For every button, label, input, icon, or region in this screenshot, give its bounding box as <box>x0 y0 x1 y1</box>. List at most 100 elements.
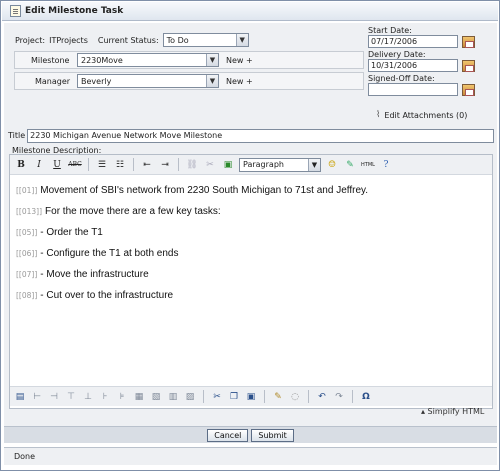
calendar-icon[interactable] <box>462 83 475 96</box>
submit-button[interactable]: Submit <box>251 428 294 442</box>
insert-col-after-icon[interactable]: ⊦ <box>99 391 111 403</box>
editor-toolbar-bottom: ▤ ⊢ ⊣ ⊤ ⊥ ⊦ ⊧ ▦ ▧ ▥ ▨ ✂ ❐ ▣ ✎ ◌ ↶ ↷ Ω <box>10 386 492 406</box>
manager-value: Beverly <box>81 76 112 86</box>
line-text: - Order the T1 <box>40 227 103 238</box>
list-item: [[05]] - Order the T1 <box>16 227 486 248</box>
title-row: Title 2230 Michigan Avenue Network Move … <box>8 128 494 143</box>
line-tag: [[013]] <box>16 207 43 216</box>
attachments-link[interactable]: ⌇ Edit Attachments (0) <box>376 110 467 120</box>
italic-button[interactable]: I <box>32 158 46 172</box>
line-text: - Configure the T1 at both ends <box>40 248 179 259</box>
line-tag: [[07]] <box>16 270 38 279</box>
window-title: Edit Milestone Task <box>25 6 124 16</box>
merge-cells-icon[interactable]: ▥ <box>167 391 179 403</box>
paperclip-icon: ⌇ <box>376 110 381 120</box>
manager-label: Manager <box>35 77 71 86</box>
cancel-button[interactable]: Cancel <box>207 428 249 442</box>
link-icon[interactable]: ⛓ <box>185 158 199 172</box>
underline-button[interactable]: U <box>50 158 64 172</box>
insert-row-after-icon[interactable]: ⊣ <box>48 391 60 403</box>
toolbar-divider <box>352 390 353 403</box>
new-milestone-link[interactable]: New + <box>226 56 253 65</box>
start-date-input[interactable]: 07/17/2006 <box>368 35 458 48</box>
line-tag: [[08]] <box>16 291 38 300</box>
image-icon[interactable]: ▣ <box>221 158 235 172</box>
calendar-icon[interactable] <box>462 59 475 72</box>
insert-col-before-icon[interactable]: ⊥ <box>82 391 94 403</box>
line-tag: [[01]] <box>16 186 38 195</box>
paste-icon[interactable]: ▣ <box>245 391 257 403</box>
status-bar: Done <box>4 447 497 465</box>
project-row: Project: ITProjects Current Status: To D… <box>15 33 249 47</box>
status-select[interactable]: To Do ▼ <box>162 33 249 47</box>
signoff-date-input[interactable] <box>368 83 458 96</box>
help-icon[interactable]: ? <box>379 158 393 172</box>
ordered-list-icon[interactable]: ☰ <box>95 158 109 172</box>
top-fields: Project: ITProjects Current Status: To D… <box>8 27 364 121</box>
project-value: ITProjects <box>49 35 88 45</box>
unordered-list-icon[interactable]: ☷ <box>113 158 127 172</box>
manager-row: Manager Beverly ▼ New + <box>14 72 364 90</box>
status-text: Done <box>14 452 36 461</box>
eraser-icon[interactable]: ◌ <box>289 391 301 403</box>
document-icon <box>10 5 21 17</box>
chevron-down-icon[interactable]: ▼ <box>235 34 248 46</box>
undo-icon[interactable]: ↶ <box>316 391 328 403</box>
signoff-date-label: Signed-Off Date: <box>368 74 435 83</box>
title-input[interactable]: 2230 Michigan Avenue Network Move Milest… <box>27 128 494 143</box>
start-date-row: 07/17/2006 <box>368 35 494 48</box>
edit-milestone-window: Edit Milestone Task Project: ITProjects … <box>0 0 500 471</box>
new-manager-link[interactable]: New + <box>226 77 253 86</box>
cleanup-icon[interactable]: ✎ <box>272 391 284 403</box>
html-source-button[interactable]: HTML <box>361 158 375 172</box>
split-cells-icon[interactable]: ▨ <box>184 391 196 403</box>
milestone-select[interactable]: 2230Move ▼ <box>77 53 219 67</box>
editor-content[interactable]: [[01]] Movement of SBI's network from 22… <box>16 185 486 375</box>
project-label: Project: <box>15 35 46 45</box>
table-edit-icon[interactable]: ▤ <box>14 391 26 403</box>
dates-panel: Start Date: 07/17/2006 Delivery Date: 10… <box>368 26 494 121</box>
list-item: [[06]] - Configure the T1 at both ends <box>16 248 486 269</box>
toolbar-divider <box>88 158 89 171</box>
chevron-down-icon[interactable]: ▼ <box>206 75 218 87</box>
spellcheck-icon[interactable]: ✎ <box>343 158 357 172</box>
indent-icon[interactable]: ⇥ <box>158 158 172 172</box>
strikethrough-button[interactable]: ABC <box>68 158 82 172</box>
redo-icon[interactable]: ↷ <box>333 391 345 403</box>
toolbar-divider <box>133 158 134 171</box>
form-body: Project: ITProjects Current Status: To D… <box>4 23 497 427</box>
copy-icon[interactable]: ❐ <box>228 391 240 403</box>
attachments-label[interactable]: Edit Attachments (0) <box>384 111 467 120</box>
outdent-icon[interactable]: ⇤ <box>140 158 154 172</box>
delete-row-icon[interactable]: ⊤ <box>65 391 77 403</box>
manager-select[interactable]: Beverly ▼ <box>77 74 219 88</box>
toolbar-divider <box>178 158 179 171</box>
milestone-row: Milestone 2230Move ▼ New + <box>14 51 364 69</box>
chevron-down-icon[interactable]: ▼ <box>308 158 320 171</box>
insert-row-before-icon[interactable]: ⊢ <box>31 391 43 403</box>
emoticon-icon[interactable]: ☺ <box>325 158 339 172</box>
simplify-html-link[interactable]: ▴ Simplify HTML <box>421 407 484 416</box>
start-date-label: Start Date: <box>368 26 412 35</box>
bold-button[interactable]: B <box>14 158 28 172</box>
list-item: [[08]] - Cut over to the infrastructure <box>16 290 486 311</box>
editor-toolbar-top: B I U ABC ☰ ☷ ⇤ ⇥ ⛓ ✂ ▣ Paragraph ▼ ☺ ✎ <box>10 155 492 175</box>
delete-col-icon[interactable]: ⊧ <box>116 391 128 403</box>
calendar-icon[interactable] <box>462 35 475 48</box>
title-label: Title <box>8 131 26 140</box>
toolbar-divider <box>308 390 309 403</box>
cell-props-icon[interactable]: ▧ <box>150 391 162 403</box>
rich-text-editor[interactable]: B I U ABC ☰ ☷ ⇤ ⇥ ⛓ ✂ ▣ Paragraph ▼ ☺ ✎ <box>9 154 493 409</box>
table-props-icon[interactable]: ▦ <box>133 391 145 403</box>
cut-icon[interactable]: ✂ <box>211 391 223 403</box>
special-char-button[interactable]: Ω <box>360 391 372 403</box>
delivery-date-input[interactable]: 10/31/2006 <box>368 59 458 72</box>
status-value: To Do <box>166 35 189 45</box>
unlink-icon[interactable]: ✂ <box>203 158 217 172</box>
list-item: [[013]] For the move there are a few key… <box>16 206 486 227</box>
signoff-date-row <box>368 83 494 96</box>
delivery-date-row: 10/31/2006 <box>368 59 494 72</box>
line-tag: [[06]] <box>16 249 38 258</box>
chevron-down-icon[interactable]: ▼ <box>206 54 218 66</box>
paragraph-format-select[interactable]: Paragraph ▼ <box>239 157 321 172</box>
